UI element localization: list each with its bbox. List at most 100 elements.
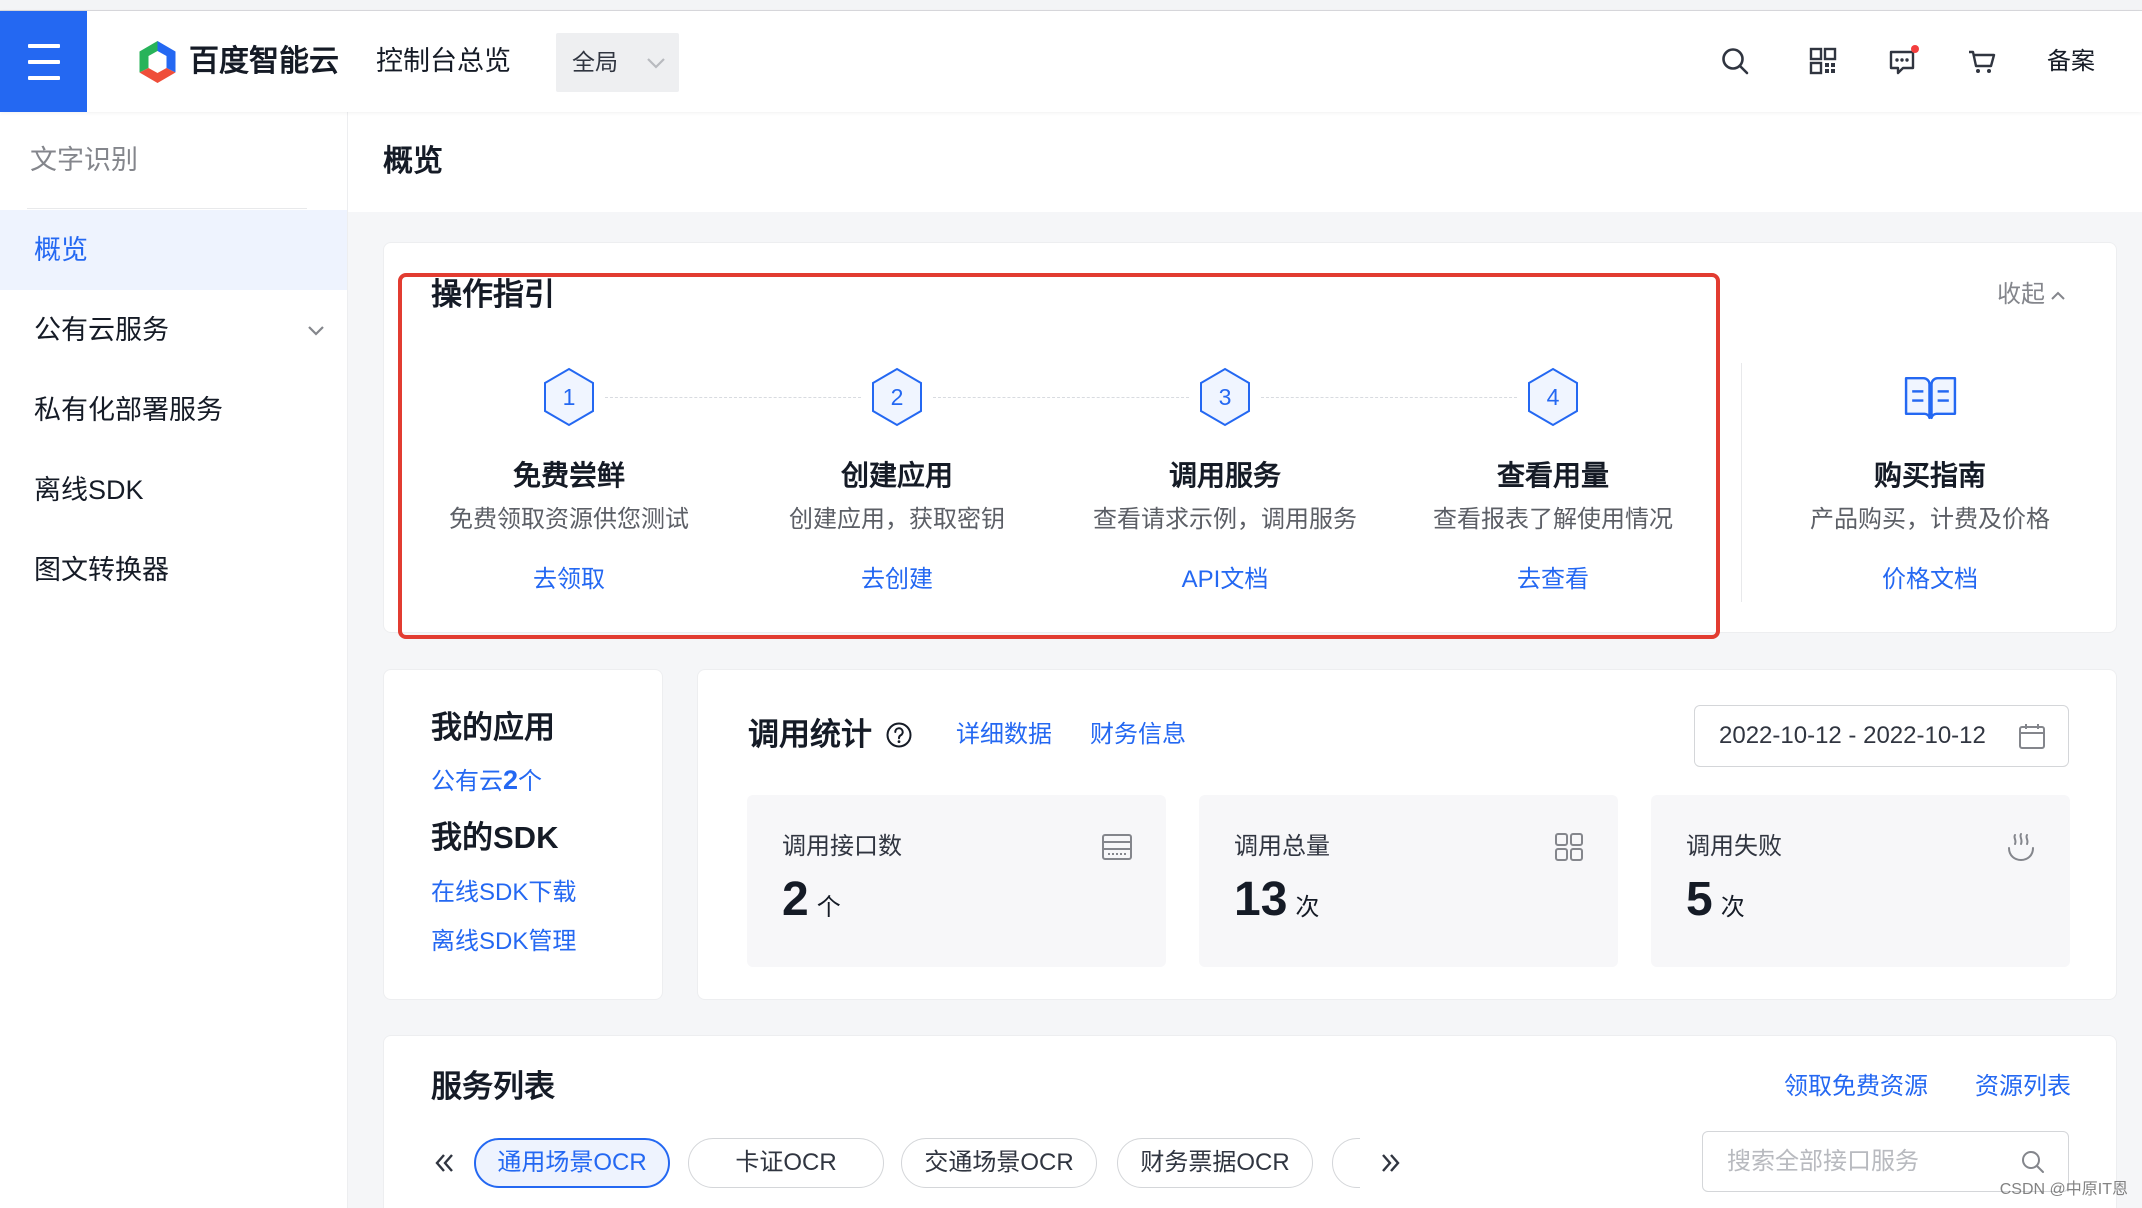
step-desc: 免费领取资源供您测试 <box>449 506 689 533</box>
qrcode-icon[interactable] <box>1807 45 1839 77</box>
service-search-input[interactable] <box>1703 1132 2003 1191</box>
step-number: 1 <box>562 384 576 410</box>
guide-step-1: 1 免费尝鲜 免费领取资源供您测试 去领取 <box>399 243 739 632</box>
sidebar-item-label: 图文转换器 <box>34 555 169 585</box>
step-desc: 查看请求示例，调用服务 <box>1093 506 1357 533</box>
online-sdk-download-link[interactable]: 在线SDK下载 <box>431 875 576 911</box>
step-desc: 查看报表了解使用情况 <box>1433 506 1673 533</box>
page-header: 概览 <box>348 112 2142 212</box>
call-stats-title: 调用统计 <box>748 717 872 752</box>
claim-free-resources-link[interactable]: 领取免费资源 <box>1784 1069 1928 1105</box>
search-icon[interactable] <box>2019 1148 2047 1176</box>
stat-unit: 个 <box>816 894 841 921</box>
region-select[interactable]: 全局 <box>556 33 679 92</box>
tab-card-ocr[interactable]: 卡证OCR <box>688 1138 884 1188</box>
sidebar-item-private-deploy[interactable]: 私有化部署服务 <box>0 370 347 450</box>
message-icon[interactable] <box>1887 45 1919 77</box>
stat-unit: 次 <box>1720 894 1745 921</box>
stat-unit: 次 <box>1295 894 1320 921</box>
sidebar-item-label: 概览 <box>34 235 88 265</box>
search-icon[interactable] <box>1719 45 1751 77</box>
calendar-icon <box>2019 724 2045 749</box>
stat-label: 调用接口数 <box>782 833 902 860</box>
date-range-picker[interactable]: 2022-10-12 - 2022-10-12 <box>1694 705 2069 767</box>
step-number: 2 <box>890 384 904 410</box>
my-sdk-title: 我的SDK <box>431 820 559 855</box>
step-number-badge: 3 <box>1197 367 1253 427</box>
step-number-badge: 4 <box>1525 367 1581 427</box>
stat-value: 5 <box>1686 873 1713 926</box>
region-select-value: 全局 <box>572 49 618 75</box>
service-list-card: 服务列表 领取免费资源 资源列表 通用场景OCR 卡证OCR 交通场景OCR 财… <box>383 1035 2117 1208</box>
grid-icon <box>1555 833 1583 861</box>
service-list-title: 服务列表 <box>431 1069 555 1104</box>
hamburger-menu-icon <box>27 43 60 48</box>
console-overview-link[interactable]: 控制台总览 <box>376 11 511 112</box>
step-number: 4 <box>1546 384 1560 410</box>
sidebar-product-title: 文字识别 <box>30 145 138 175</box>
stat-failed-calls: 调用失败 5次 <box>1651 795 2070 967</box>
step-number: 3 <box>1218 384 1232 410</box>
sidebar-item-label: 离线SDK <box>34 475 144 505</box>
detail-data-link[interactable]: 详细数据 <box>956 717 1052 753</box>
public-cloud-suffix: 个 <box>518 768 543 795</box>
guide-divider <box>1741 363 1742 602</box>
service-tabs: 通用场景OCR 卡证OCR 交通场景OCR 财务票据OCR <box>474 1138 1360 1188</box>
public-cloud-prefix: 公有云 <box>431 768 503 795</box>
guide-step-3: 3 调用服务 查看请求示例，调用服务 API文档 <box>1055 243 1395 632</box>
guide-step-2: 2 创建应用 创建应用，获取密钥 去创建 <box>727 243 1067 632</box>
steam-bowl-icon <box>2008 833 2034 862</box>
offline-sdk-manage-link[interactable]: 离线SDK管理 <box>431 924 576 960</box>
chevron-down-icon[interactable] <box>305 319 327 341</box>
claim-link[interactable]: 去领取 <box>533 566 605 593</box>
stat-api-count: 调用接口数 2个 <box>747 795 1166 967</box>
window-top-strip <box>0 0 2142 11</box>
help-icon[interactable] <box>885 721 913 749</box>
my-apps-card: 我的应用 公有云2个 我的SDK 在线SDK下载 离线SDK管理 <box>383 669 663 1000</box>
sidebar-item-offline-sdk[interactable]: 离线SDK <box>0 450 347 530</box>
stat-value: 13 <box>1234 873 1288 926</box>
double-chevron-left-icon[interactable] <box>431 1149 459 1177</box>
step-number-badge: 2 <box>869 367 925 427</box>
price-doc-link[interactable]: 价格文档 <box>1882 566 1978 593</box>
step-title: 查看用量 <box>1496 460 1609 491</box>
create-link[interactable]: 去创建 <box>861 566 933 593</box>
menu-button[interactable] <box>0 11 87 112</box>
sidebar-nav: 概览 公有云服务 私有化部署服务 离线SDK 图文转换器 <box>0 210 347 610</box>
stat-value: 2 <box>782 873 809 926</box>
tab-partial[interactable] <box>1332 1138 1360 1188</box>
top-header: 百度智能云 控制台总览 全局 备案 <box>0 11 2142 112</box>
date-range-value: 2022-10-12 - 2022-10-12 <box>1719 722 1986 749</box>
baidu-cloud-logo-icon[interactable] <box>137 40 178 84</box>
resource-list-link[interactable]: 资源列表 <box>1975 1069 2071 1105</box>
chevron-down-icon <box>647 58 665 69</box>
beian-link[interactable]: 备案 <box>2047 11 2095 112</box>
view-usage-link[interactable]: 去查看 <box>1517 566 1589 593</box>
sidebar: 文字识别 概览 公有云服务 私有化部署服务 离线SDK 图文转换器 <box>0 112 348 1208</box>
finance-info-link[interactable]: 财务信息 <box>1090 717 1186 753</box>
step-title: 免费尝鲜 <box>512 460 625 491</box>
table-icon <box>1102 834 1132 860</box>
step-desc: 创建应用，获取密钥 <box>789 506 1005 533</box>
sidebar-item-overview[interactable]: 概览 <box>0 210 347 290</box>
tab-finance-ocr[interactable]: 财务票据OCR <box>1117 1138 1313 1188</box>
my-apps-title: 我的应用 <box>431 710 555 745</box>
sidebar-item-label: 私有化部署服务 <box>34 395 223 425</box>
sidebar-item-image-converter[interactable]: 图文转换器 <box>0 530 347 610</box>
book-icon <box>1904 376 1957 420</box>
sidebar-item-label: 公有云服务 <box>34 315 169 345</box>
purchase-title: 购买指南 <box>1873 460 1986 491</box>
tab-general-ocr[interactable]: 通用场景OCR <box>474 1138 670 1188</box>
purchase-desc: 产品购买，计费及价格 <box>1810 506 2050 533</box>
call-stats-card: 调用统计 详细数据 财务信息 2022-10-12 - 2022-10-12 调… <box>697 669 2117 1000</box>
step-number-badge: 1 <box>541 367 597 427</box>
double-chevron-right-icon[interactable] <box>1376 1149 1404 1177</box>
page-title: 概览 <box>383 145 443 178</box>
cart-icon[interactable] <box>1966 45 1998 77</box>
logo-text[interactable]: 百度智能云 <box>189 11 339 112</box>
tab-traffic-ocr[interactable]: 交通场景OCR <box>901 1138 1097 1188</box>
step-title: 调用服务 <box>1168 460 1281 491</box>
public-cloud-apps-link[interactable]: 公有云2个 <box>431 762 542 800</box>
sidebar-item-public-cloud[interactable]: 公有云服务 <box>0 290 347 370</box>
api-doc-link[interactable]: API文档 <box>1182 566 1269 593</box>
